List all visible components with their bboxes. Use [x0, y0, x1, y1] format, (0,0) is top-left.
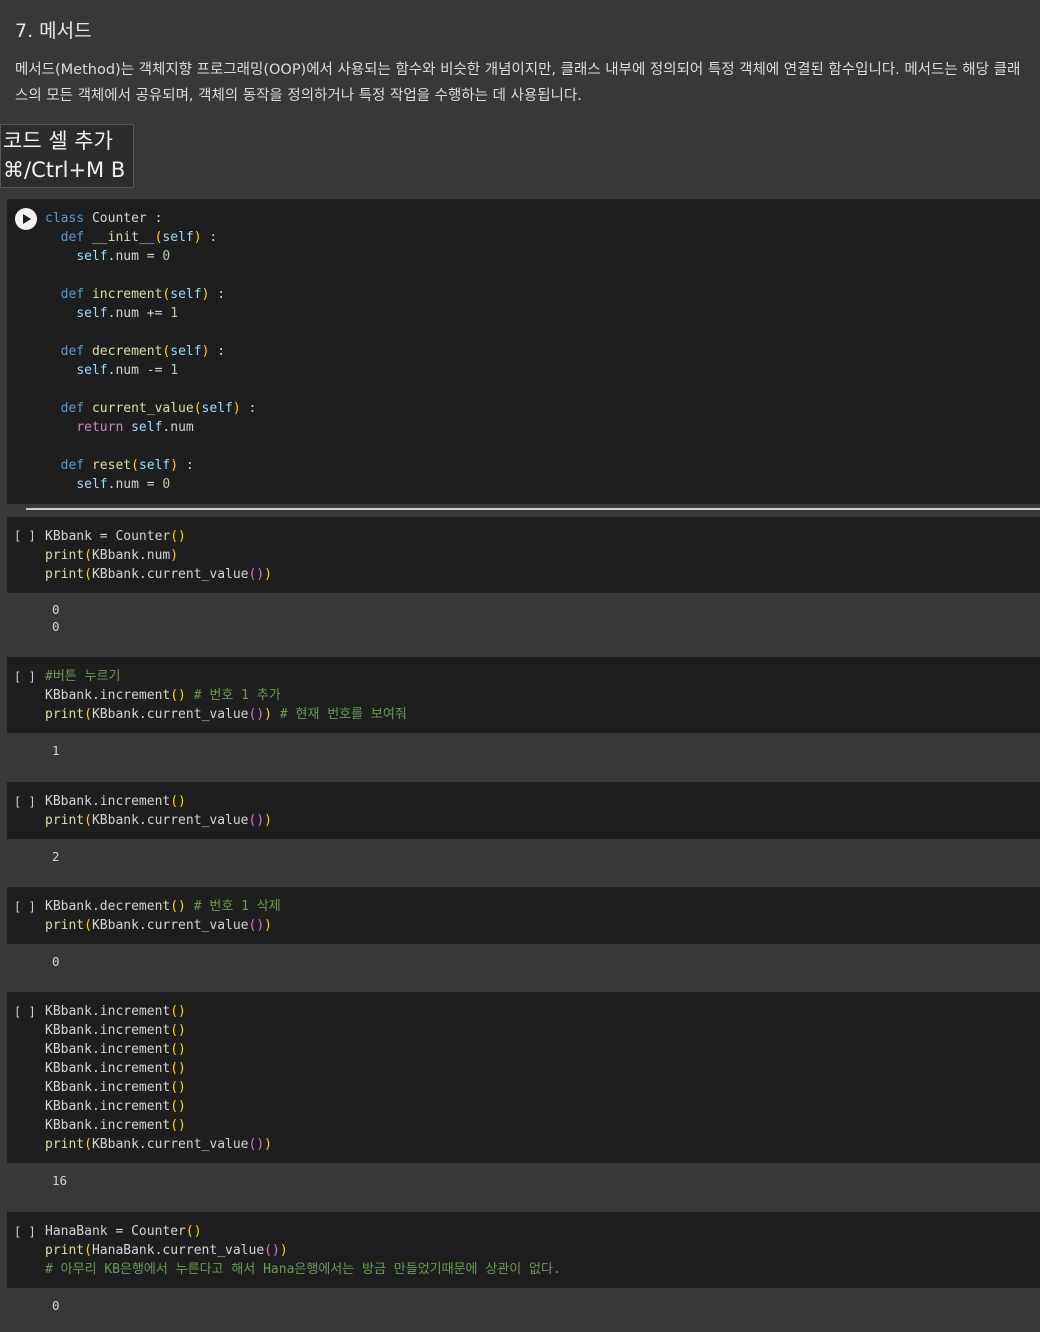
- execution-count[interactable]: [ ]: [14, 900, 36, 914]
- execution-count[interactable]: [ ]: [14, 670, 36, 684]
- code-token: KBbank.current_value: [91, 567, 249, 582]
- code-token: def: [60, 344, 85, 359]
- code-token: 1: [170, 306, 179, 321]
- code-token: KBbank.decrement: [45, 899, 171, 914]
- execution-count[interactable]: [ ]: [14, 1005, 36, 1019]
- code-token: .num +=: [107, 306, 171, 321]
- code-token: KBbank.current_value: [91, 1137, 249, 1152]
- code-token: def: [60, 230, 85, 245]
- code-token: .num =: [107, 477, 163, 492]
- code-token: KBbank.increment: [45, 1118, 171, 1133]
- code-token: print: [45, 548, 85, 563]
- cell-output: 0 0: [52, 602, 60, 634]
- code-token: :: [178, 458, 194, 473]
- code-token: reset: [91, 458, 132, 473]
- code-editor[interactable]: KBbank.increment() KBbank.increment() KB…: [45, 1002, 272, 1154]
- code-token: self: [170, 344, 202, 359]
- code-token: KBbank.num: [91, 548, 171, 563]
- code-token: Counter :: [84, 211, 163, 226]
- code-token: .num: [162, 420, 194, 435]
- cell-output: 0: [52, 1298, 60, 1313]
- code-token: :: [209, 287, 226, 302]
- code-token: self: [162, 230, 194, 245]
- code-token: KBbank.increment: [45, 1042, 171, 1057]
- code-token: # 번호 1 추가: [185, 688, 281, 703]
- cell-output: 2: [52, 849, 60, 864]
- tooltip-shortcut: ⌘/Ctrl+M B: [3, 158, 126, 182]
- code-editor[interactable]: #버튼 누르기 KBbank.increment() # 번호 1 추가 pri…: [45, 667, 407, 724]
- code-editor[interactable]: class Counter : def __init__(self) : sel…: [45, 209, 256, 494]
- code-token: current_value: [91, 401, 194, 416]
- cell-output: 1: [52, 743, 60, 758]
- code-token: self: [76, 249, 108, 264]
- code-token: print: [45, 707, 85, 722]
- code-token: KBbank.current_value: [91, 813, 249, 828]
- code-token: __init__: [91, 230, 155, 245]
- section-title: 7. 메서드: [15, 20, 92, 42]
- cell-divider: [26, 508, 1040, 510]
- code-token: def: [60, 401, 85, 416]
- code-token: KBbank.increment: [45, 1061, 171, 1076]
- code-token: self: [76, 477, 108, 492]
- code-token: class: [45, 211, 85, 226]
- code-token: print: [45, 1243, 85, 1258]
- code-token: def: [60, 287, 85, 302]
- code-editor[interactable]: HanaBank = Counter() print(HanaBank.curr…: [45, 1222, 561, 1279]
- code-editor[interactable]: KBbank.decrement() # 번호 1 삭제 print(KBban…: [45, 897, 281, 935]
- code-token: print: [45, 813, 85, 828]
- code-token: .num -=: [107, 363, 171, 378]
- code-token: KBbank.increment: [45, 1023, 171, 1038]
- code-token: self: [131, 420, 163, 435]
- code-token: self: [170, 287, 202, 302]
- execution-count[interactable]: [ ]: [14, 795, 36, 809]
- execution-count[interactable]: [ ]: [14, 529, 36, 543]
- cell-output: 16: [52, 1173, 68, 1188]
- code-token: KBbank = Counter: [45, 529, 171, 544]
- code-token: KBbank.current_value: [91, 707, 249, 722]
- code-token: # 현재 번호를 보여줘: [272, 707, 407, 722]
- code-token: :: [209, 344, 226, 359]
- code-token: KBbank.current_value: [91, 918, 249, 933]
- code-token: self: [201, 401, 233, 416]
- code-token: HanaBank.current_value: [91, 1243, 265, 1258]
- code-token: print: [45, 567, 85, 582]
- code-token: #버튼 누르기: [45, 669, 121, 684]
- code-token: self: [76, 306, 108, 321]
- code-editor[interactable]: KBbank = Counter() print(KBbank.num) pri…: [45, 527, 272, 584]
- code-token: KBbank.increment: [45, 688, 171, 703]
- code-token: return: [76, 420, 124, 435]
- code-token: :: [240, 401, 257, 416]
- code-token: print: [45, 918, 85, 933]
- add-code-cell-tooltip: 코드 셀 추가 ⌘/Ctrl+M B: [0, 124, 134, 188]
- execution-count[interactable]: [ ]: [14, 1225, 36, 1239]
- code-token: 0: [162, 477, 171, 492]
- code-token: KBbank.increment: [45, 1099, 171, 1114]
- code-token: 0: [162, 249, 171, 264]
- markdown-cell: 7. 메서드 메서드(Method)는 객체지향 프로그래밍(OOP)에서 사용…: [0, 0, 1040, 118]
- code-token: # 아무리 KB은행에서 누른다고 해서 Hana은행에서는 방금 만들었기때문…: [45, 1262, 561, 1277]
- cell-output: 0: [52, 954, 60, 969]
- code-token: .num =: [107, 249, 163, 264]
- code-editor[interactable]: KBbank.increment() print(KBbank.current_…: [45, 792, 272, 830]
- code-token: decrement: [91, 344, 163, 359]
- section-description: 메서드(Method)는 객체지향 프로그래밍(OOP)에서 사용되는 함수와 …: [15, 62, 1021, 104]
- code-token: # 번호 1 삭제: [185, 899, 281, 914]
- code-token: self: [138, 458, 171, 473]
- code-token: KBbank.increment: [45, 1004, 171, 1019]
- code-token: def: [60, 458, 85, 473]
- code-token: increment: [91, 287, 163, 302]
- code-token: KBbank.increment: [45, 1080, 171, 1095]
- code-token: print: [45, 1137, 85, 1152]
- tooltip-label: 코드 셀 추가: [3, 129, 113, 153]
- code-token: HanaBank = Counter: [45, 1224, 186, 1239]
- code-token: KBbank.increment: [45, 794, 171, 809]
- code-token: :: [201, 230, 218, 245]
- code-token: self: [76, 363, 108, 378]
- code-token: 1: [170, 363, 179, 378]
- run-cell-button[interactable]: [15, 208, 37, 230]
